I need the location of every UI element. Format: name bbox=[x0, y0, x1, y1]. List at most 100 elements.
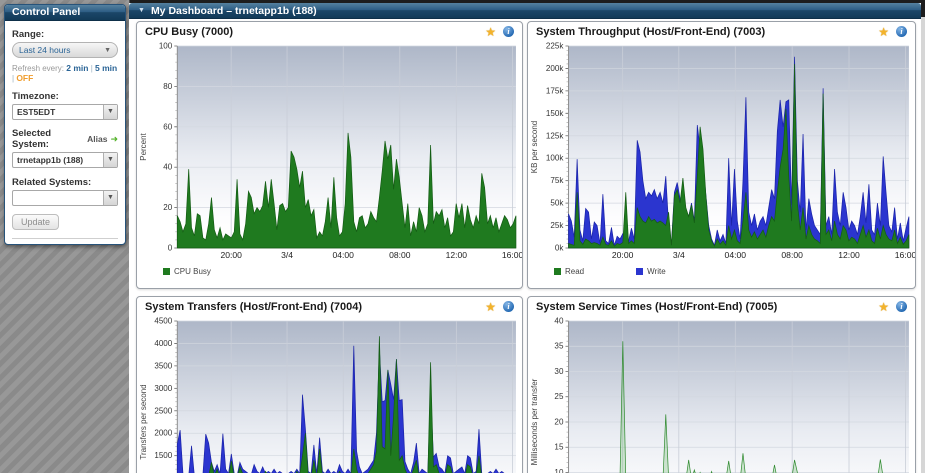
legend-swatch bbox=[636, 267, 644, 275]
svg-text:Percent: Percent bbox=[139, 132, 148, 160]
favorite-star-icon[interactable]: ★ bbox=[485, 25, 496, 39]
dashboard-area: ▼ My Dashboard – trnetapp1b (188) CPU Bu… bbox=[129, 3, 921, 473]
svg-text:12:00: 12:00 bbox=[838, 250, 860, 260]
application-window: Control Panel Range: Last 24 hours ▼ Ref… bbox=[0, 0, 925, 473]
svg-text:225k: 225k bbox=[546, 42, 565, 51]
refresh-2min-link[interactable]: 2 min bbox=[66, 63, 88, 73]
svg-text:Transfers per second: Transfers per second bbox=[139, 384, 148, 459]
svg-text:12:00: 12:00 bbox=[446, 250, 468, 260]
timezone-label: Timezone: bbox=[12, 91, 59, 102]
timezone-select[interactable]: EST5EDT ▼ bbox=[12, 104, 118, 120]
update-button[interactable]: Update bbox=[12, 214, 60, 230]
system-transfers-panel: System Transfers (Host/Front-End) (7004)… bbox=[136, 296, 523, 473]
chart-legend: CPU Busy bbox=[137, 263, 522, 279]
other-tasks-label: Other Tasks: bbox=[12, 244, 118, 245]
info-icon[interactable] bbox=[503, 301, 514, 312]
chevron-down-icon: ▼ bbox=[103, 153, 117, 167]
svg-text:80: 80 bbox=[163, 82, 172, 91]
svg-text:3000: 3000 bbox=[154, 384, 172, 393]
svg-text:0: 0 bbox=[168, 244, 173, 253]
svg-text:20: 20 bbox=[554, 418, 564, 427]
svg-text:40: 40 bbox=[163, 163, 172, 172]
alias-arrow-icon[interactable]: ➜ bbox=[110, 134, 118, 145]
svg-text:20: 20 bbox=[163, 203, 172, 212]
panel-title: CPU Busy (7000) bbox=[145, 25, 234, 38]
alias-label: Alias bbox=[87, 134, 108, 144]
range-label: Range: bbox=[12, 29, 45, 40]
range-value: Last 24 hours bbox=[19, 45, 71, 55]
svg-text:150k: 150k bbox=[546, 109, 565, 118]
svg-text:30: 30 bbox=[554, 367, 564, 376]
selected-system-value: trnetapp1b (188) bbox=[17, 155, 84, 165]
favorite-star-icon[interactable]: ★ bbox=[878, 25, 889, 39]
svg-text:04:00: 04:00 bbox=[333, 250, 355, 260]
legend-write: Write bbox=[636, 267, 666, 276]
right-edge-strip bbox=[921, 0, 925, 473]
svg-text:2000: 2000 bbox=[154, 429, 172, 438]
collapse-caret-icon[interactable]: ▼ bbox=[138, 7, 145, 14]
cpu-busy-chart: 0 20 40 60 80 100 20:00 3/4 04:00 08:00 12:00 16:00… bbox=[139, 42, 522, 260]
refresh-off-link[interactable]: OFF bbox=[16, 73, 33, 83]
system-throughput-chart: 0k 25k 50k 75k 100k 125k 150k 175k 200k 225k 20:00… bbox=[530, 42, 915, 260]
svg-text:KB per second: KB per second bbox=[530, 121, 539, 173]
svg-text:200k: 200k bbox=[546, 64, 565, 73]
svg-text:25k: 25k bbox=[550, 221, 564, 230]
svg-text:3/4: 3/4 bbox=[281, 250, 293, 260]
range-dropdown[interactable]: Last 24 hours ▼ bbox=[12, 42, 118, 58]
dashboard-title: My Dashboard – trnetapp1b (188) bbox=[150, 4, 317, 17]
svg-text:75k: 75k bbox=[550, 176, 564, 185]
related-systems-select[interactable]: ▼ bbox=[12, 190, 118, 206]
info-icon[interactable] bbox=[896, 301, 907, 312]
svg-text:50k: 50k bbox=[550, 199, 564, 208]
svg-text:4000: 4000 bbox=[154, 339, 172, 348]
info-icon[interactable] bbox=[503, 26, 514, 37]
svg-text:35: 35 bbox=[554, 342, 564, 351]
system-transfers-chart: 05001000150020002500300035004000450020:0… bbox=[139, 317, 516, 473]
timezone-value: EST5EDT bbox=[17, 107, 56, 117]
chevron-down-icon: ▼ bbox=[103, 105, 117, 119]
charts-grid: CPU Busy (7000) ★ 0 20 40 60 80 100 20:00 3/4 04… bbox=[129, 19, 921, 473]
legend-label: CPU Busy bbox=[174, 266, 211, 276]
svg-text:16:00: 16:00 bbox=[502, 250, 522, 260]
cpu-busy-panel: CPU Busy (7000) ★ 0 20 40 60 80 100 20:00 3/4 04… bbox=[136, 21, 523, 289]
divider bbox=[12, 238, 118, 239]
legend-label: Read bbox=[565, 266, 585, 276]
system-service-times-chart: 051015202530354020:003/404:0008:0012:001… bbox=[530, 317, 909, 473]
refresh-5min-link[interactable]: 5 min bbox=[95, 63, 117, 73]
control-panel-header: Control Panel bbox=[5, 5, 125, 21]
svg-text:20:00: 20:00 bbox=[612, 250, 634, 260]
svg-text:15: 15 bbox=[554, 443, 564, 452]
panel-title: System Service Times (Host/Front-End) (7… bbox=[536, 300, 778, 313]
related-systems-label: Related Systems: bbox=[12, 177, 92, 188]
svg-text:Milliseconds per transfer: Milliseconds per transfer bbox=[530, 378, 539, 465]
chevron-down-icon: ▼ bbox=[103, 191, 117, 205]
svg-text:04:00: 04:00 bbox=[725, 250, 747, 260]
svg-text:3/4: 3/4 bbox=[673, 250, 685, 260]
svg-text:08:00: 08:00 bbox=[389, 250, 411, 260]
svg-text:60: 60 bbox=[163, 122, 172, 131]
svg-text:16:00: 16:00 bbox=[895, 250, 915, 260]
favorite-star-icon[interactable]: ★ bbox=[878, 300, 889, 314]
info-icon[interactable] bbox=[896, 26, 907, 37]
svg-text:08:00: 08:00 bbox=[781, 250, 803, 260]
svg-text:1500: 1500 bbox=[154, 451, 172, 460]
svg-text:4500: 4500 bbox=[154, 317, 172, 326]
legend-swatch bbox=[163, 267, 170, 275]
refresh-label: Refresh every: bbox=[12, 64, 65, 73]
selected-system-select[interactable]: trnetapp1b (188) ▼ bbox=[12, 152, 118, 168]
svg-text:10: 10 bbox=[554, 468, 564, 473]
svg-text:100: 100 bbox=[159, 42, 173, 51]
favorite-star-icon[interactable]: ★ bbox=[485, 300, 496, 314]
svg-text:25: 25 bbox=[554, 392, 564, 401]
refresh-row: Refresh every: 2 min | 5 min | OFF bbox=[12, 63, 118, 83]
chart-legend: Read Write bbox=[528, 263, 915, 279]
panel-title: System Throughput (Host/Front-End) (7003… bbox=[536, 25, 766, 38]
svg-text:125k: 125k bbox=[546, 131, 565, 140]
control-panel: Control Panel Range: Last 24 hours ▼ Ref… bbox=[4, 4, 126, 245]
system-throughput-panel: System Throughput (Host/Front-End) (7003… bbox=[527, 21, 916, 289]
dashboard-header[interactable]: ▼ My Dashboard – trnetapp1b (188) bbox=[129, 3, 921, 19]
legend-read: Read bbox=[554, 267, 584, 276]
legend-label: Write bbox=[647, 266, 666, 276]
svg-text:3500: 3500 bbox=[154, 361, 172, 370]
panel-title: System Transfers (Host/Front-End) (7004) bbox=[145, 300, 362, 313]
